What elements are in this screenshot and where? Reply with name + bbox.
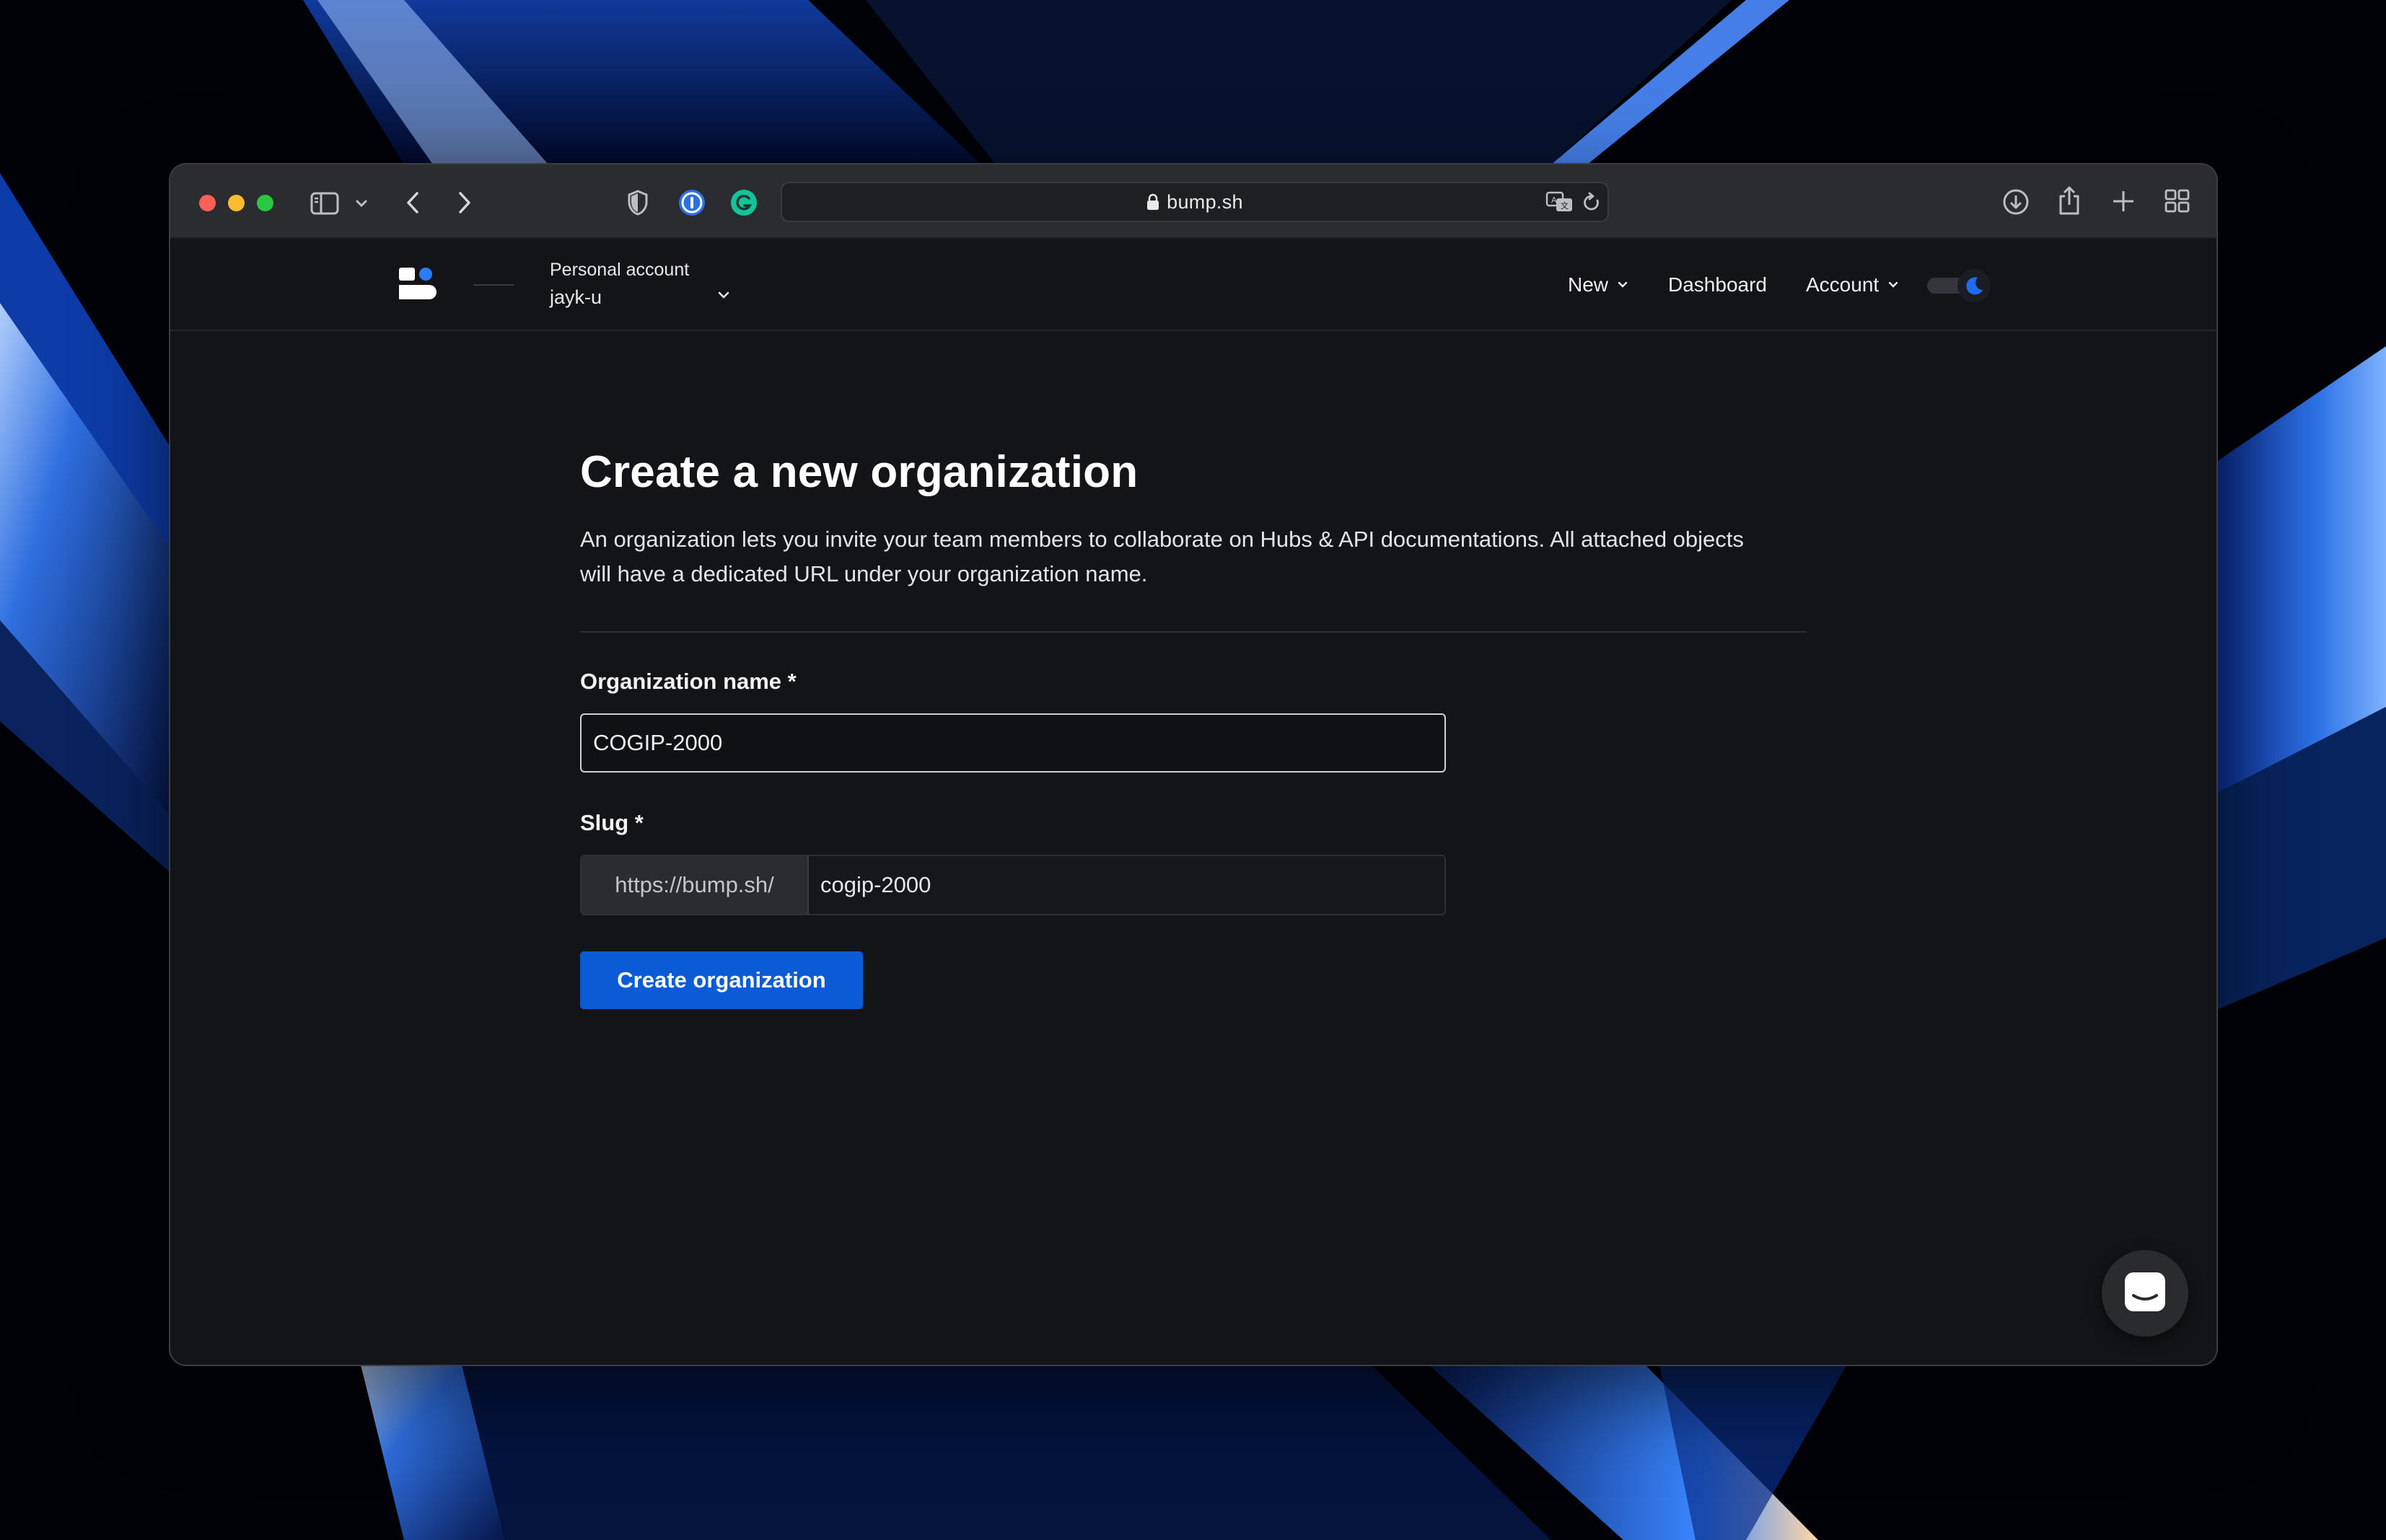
close-window-button[interactable]	[199, 195, 216, 211]
browser-toolbar: bump.sh A文	[170, 164, 2216, 239]
slug-prefix: https://bump.sh/	[582, 856, 809, 914]
address-bar[interactable]: bump.sh A文	[781, 182, 1609, 222]
account-switcher[interactable]: Personal account jayk-u	[550, 257, 729, 312]
svg-text:A: A	[1551, 195, 1557, 205]
chevron-down-icon[interactable]	[355, 199, 368, 208]
chat-icon	[2123, 1271, 2167, 1316]
nav-dashboard-label: Dashboard	[1668, 273, 1767, 296]
sidebar-icon[interactable]	[310, 192, 339, 215]
chevron-down-icon	[1617, 281, 1628, 289]
tab-overview-icon[interactable]	[2164, 189, 2190, 214]
address-bar-text[interactable]: bump.sh	[782, 183, 1608, 221]
theme-toggle[interactable]	[1927, 268, 1994, 304]
zoom-window-button[interactable]	[257, 195, 273, 211]
back-icon[interactable]	[404, 190, 421, 215]
minimize-window-button[interactable]	[228, 195, 245, 211]
svg-text:文: 文	[1561, 201, 1569, 211]
app-header: Personal account jayk-u New Dashboard Ac…	[170, 239, 2216, 331]
chat-launcher-button[interactable]	[2102, 1250, 2188, 1337]
nav-new-menu[interactable]: New	[1568, 239, 1628, 331]
org-name-label: Organization name *	[580, 669, 797, 694]
browser-window: bump.sh A文 Personal account jayk-u New D…	[170, 164, 2216, 1365]
page-description: An organization lets you invite your tea…	[580, 527, 1744, 586]
account-name: jayk-u	[550, 286, 602, 308]
lock-icon	[1146, 193, 1159, 211]
create-organization-button[interactable]: Create organization	[580, 951, 863, 1009]
bump-logo[interactable]	[398, 266, 438, 306]
nav-account-label: Account	[1806, 273, 1880, 296]
page-title: Create a new organization	[580, 447, 1139, 497]
new-tab-icon[interactable]	[2111, 189, 2136, 214]
account-type-label: Personal account	[550, 260, 690, 280]
header-separator	[473, 284, 514, 286]
translate-icon[interactable]: A文	[1545, 190, 1574, 214]
org-name-input[interactable]	[580, 713, 1446, 773]
chevron-down-icon	[1887, 281, 1899, 289]
shield-icon[interactable]	[626, 189, 649, 216]
url-label: bump.sh	[1167, 190, 1243, 213]
reload-icon[interactable]	[1582, 192, 1602, 214]
slug-input-group: https://bump.sh/	[580, 855, 1446, 915]
forward-icon[interactable]	[456, 190, 473, 215]
nav-dashboard-link[interactable]: Dashboard	[1668, 239, 1767, 331]
chevron-down-icon	[717, 290, 730, 303]
slug-label: Slug *	[580, 810, 644, 835]
moon-icon	[1957, 269, 1991, 302]
slug-input[interactable]	[809, 856, 1444, 914]
grammarly-icon[interactable]	[729, 188, 759, 218]
password-manager-icon[interactable]	[677, 188, 707, 218]
nav-new-label: New	[1568, 273, 1609, 296]
share-icon[interactable]	[2056, 185, 2082, 216]
section-divider	[580, 631, 1807, 633]
download-icon[interactable]	[2001, 188, 2030, 216]
nav-account-menu[interactable]: Account	[1806, 239, 1899, 331]
